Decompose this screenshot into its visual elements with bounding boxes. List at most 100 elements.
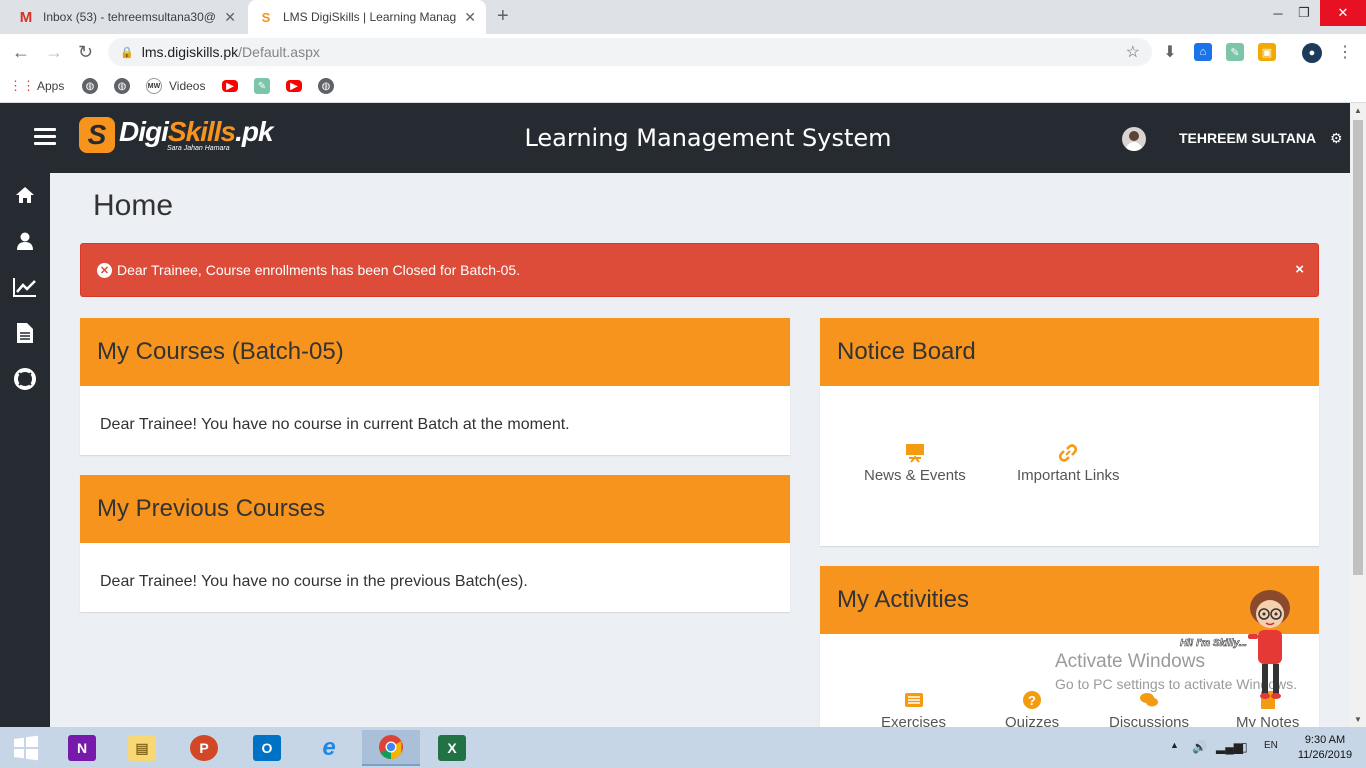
reload-icon[interactable]: ↻ [78,42,93,63]
news-events-link[interactable]: News & Events [864,443,966,484]
times-circle-icon: ✕ [97,262,112,278]
taskbar-internet-explorer[interactable]: e [305,730,353,766]
powerpoint-icon: P [190,735,218,761]
notice-board-panel: Notice Board News & Events Important Lin… [820,318,1319,546]
panel-title: My Previous Courses [80,475,790,543]
close-tab-icon[interactable]: ✕ [464,9,476,26]
sidebar-item-documents[interactable] [0,318,50,348]
mw-icon: MW [146,78,162,94]
sidebar-item-help[interactable] [0,364,50,394]
box-extension-icon[interactable]: ▣ [1258,43,1276,61]
bookmark-clip[interactable]: ✎ [254,76,277,96]
scroll-up-icon[interactable]: ▲ [1354,106,1362,115]
avatar[interactable] [1122,127,1146,151]
clock-time: 9:30 AM [1304,734,1346,746]
globe-icon: ◍ [114,78,130,94]
close-tab-icon[interactable]: ✕ [224,9,236,26]
taskbar-onenote[interactable]: N [58,730,106,766]
link-label: News & Events [864,467,966,484]
skilly-greeting: Hi! I'm Skilly... [1180,638,1248,650]
url-path: /Default.aspx [238,44,320,60]
digiskills-icon: S [261,9,271,25]
bookmark-youtube-2[interactable]: ▶ [286,76,309,96]
taskbar-excel[interactable]: X [428,730,476,766]
lock-icon: 🔒 [120,46,134,59]
scroll-down-icon[interactable]: ▼ [1354,715,1362,724]
windows-taskbar: N ▤ P O e X ▲ 🔊 ▂▄▆ ▯ EN 9:30 AM 11/26/2… [0,727,1366,768]
user-name[interactable]: TEHREEM SULTANA [1179,103,1316,173]
bookmark-youtube-1[interactable]: ▶ [222,76,245,96]
my-courses-panel: My Courses (Batch-05) Dear Trainee! You … [80,318,790,455]
profile-icon[interactable]: ● [1302,43,1322,63]
alert-close-icon[interactable]: × [1295,261,1304,278]
taskbar-outlook[interactable]: O [243,730,291,766]
outlook-icon: O [253,735,281,761]
page-title: Home [93,189,174,222]
panel-message: Dear Trainee! You have no course in curr… [100,416,570,433]
bookmark-apps[interactable]: ⋮⋮ Apps [9,76,65,96]
tab-gmail[interactable]: M Inbox (53) - tehreemsultana30@ ✕ [8,0,246,34]
sidebar-item-profile[interactable] [0,226,50,256]
exercises-link[interactable]: Exercises [881,690,946,727]
bookmark-label: Apps [37,79,65,93]
skilly-mascot[interactable] [1240,588,1300,718]
discussions-link[interactable]: Discussions [1109,690,1189,727]
taskbar-chrome[interactable] [362,730,420,766]
restore-icon[interactable]: ❐ [1284,0,1324,26]
bookmark-videos[interactable]: MW Videos [146,76,205,96]
comments-icon [1140,693,1159,707]
page-scrollbar[interactable]: ▲ ▼ [1350,103,1366,727]
tab-title: LMS DigiSkills | Learning Manage [283,10,457,24]
bookmark-star-icon[interactable]: ☆ [1126,42,1140,62]
new-tab-icon[interactable]: + [497,5,509,28]
lifebuoy-icon [14,368,36,390]
taskbar-powerpoint[interactable]: P [180,730,228,766]
close-window-icon[interactable]: ✕ [1320,0,1366,26]
menu-dots-icon[interactable]: ⋮ [1336,43,1354,61]
svg-text:?: ? [1028,693,1036,708]
alert-banner: ✕ Dear Trainee, Course enrollments has b… [80,243,1319,297]
bookmark-globe-1[interactable]: ◍ [82,76,105,96]
apps-grid-icon: ⋮⋮ [9,78,35,93]
taskbar-file-explorer[interactable]: ▤ [118,730,166,766]
download-icon[interactable]: ⬇ [1161,43,1179,61]
panel-title: Notice Board [820,318,1319,386]
home-icon [16,187,34,203]
sidebar-item-progress[interactable] [0,272,50,302]
tab-lms[interactable]: S LMS DigiSkills | Learning Manage ✕ [248,0,486,34]
battery-icon[interactable]: ▯ [1241,740,1248,754]
tab-title: Inbox (53) - tehreemsultana30@ [43,10,216,24]
gears-icon[interactable]: ⚙ [1330,130,1343,147]
onenote-icon: N [68,735,96,761]
volume-icon[interactable]: 🔊 [1192,740,1207,754]
sidebar-item-home[interactable] [0,180,50,210]
youtube-icon: ▶ [286,80,302,92]
back-icon[interactable]: ← [12,42,30,63]
clock-date: 11/26/2019 [1297,749,1353,761]
presentation-icon [905,444,924,463]
quizzes-link[interactable]: ? Quizzes [1005,690,1059,727]
bookmark-globe-2[interactable]: ◍ [114,76,137,96]
panel-title: My Courses (Batch-05) [80,318,790,386]
header-title: Learning Management System [524,124,892,152]
address-bar[interactable]: 🔒 lms.digiskills.pk /Default.aspx ☆ [108,38,1152,66]
globe-icon: ◍ [318,78,334,94]
file-explorer-icon: ▤ [128,735,156,761]
home-extension-icon[interactable]: ⌂ [1194,43,1212,61]
taskbar-clock[interactable]: 9:30 AM 11/26/2019 [1290,733,1360,763]
start-button[interactable] [2,730,50,766]
tray-chevron-icon[interactable]: ▲ [1170,740,1179,750]
ime-icon[interactable]: EN [1264,740,1278,751]
question-icon: ? [1023,691,1042,709]
important-links-link[interactable]: Important Links [1017,443,1120,484]
network-signal-icon[interactable]: ▂▄▆ [1216,740,1243,754]
youtube-icon: ▶ [222,80,238,92]
bookmarks-bar: ⋮⋮ Apps ◍ ◍ MW Videos ▶ ✎ ▶ ◍ [0,70,1366,103]
bookmark-label: Videos [169,79,206,93]
main-content: Home ✕ Dear Trainee, Course enrollments … [50,173,1350,727]
previous-courses-panel: My Previous Courses Dear Trainee! You ha… [80,475,790,612]
bookmark-globe-3[interactable]: ◍ [318,76,341,96]
forward-icon[interactable]: → [45,42,63,63]
clip-extension-icon[interactable]: ✎ [1226,43,1244,61]
scroll-thumb[interactable] [1353,120,1363,575]
